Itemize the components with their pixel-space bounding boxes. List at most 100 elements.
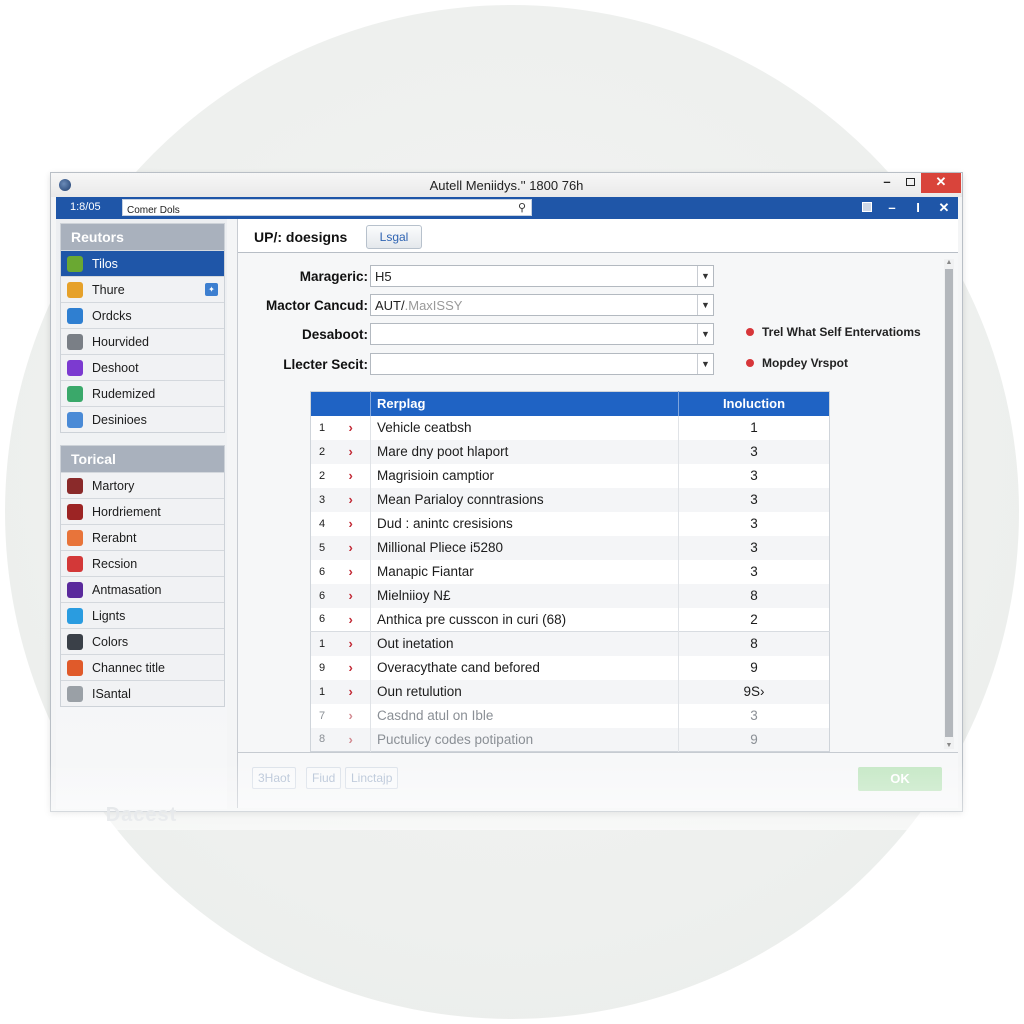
table-row[interactable]: 5 › Millional Pliece i5280 3 <box>310 535 830 560</box>
globe-icon <box>67 307 83 324</box>
display-icon <box>67 685 83 702</box>
sidebar-item-label: Rudemized <box>92 386 156 401</box>
status-dot-icon <box>746 359 754 367</box>
chip-icon <box>67 503 83 520</box>
find-button[interactable]: Fiud <box>306 767 342 789</box>
table-row[interactable]: 4 › Dud : anintc cresisions 3 <box>311 511 830 536</box>
toolbar-icons: – I ✕ <box>862 200 950 215</box>
sidebar-item-ordcks[interactable]: Ordcks <box>61 302 224 328</box>
chevron-down-icon[interactable]: ▼ <box>697 354 713 374</box>
chevron-right-icon: › <box>348 727 371 752</box>
sidebar-item-recsion[interactable]: Recsion <box>61 550 224 576</box>
window-close-button[interactable]: ✕ <box>921 173 961 193</box>
search-input[interactable] <box>123 203 503 218</box>
table-row[interactable]: 1 › Out inetation 8 <box>310 631 830 656</box>
ok-button[interactable]: OK <box>858 767 942 791</box>
sidebar-group-torical: Torical Martory Hordriement Rerabnt Recsion… <box>60 445 225 707</box>
field-label: Marageric: <box>299 269 368 284</box>
window-maximize-button[interactable] <box>899 173 921 193</box>
table-row[interactable]: 9 › Overacythate cand befored 9 <box>311 655 830 680</box>
sidebar-item-isantal[interactable]: ISantal <box>61 680 224 706</box>
sidebar-item-lignts[interactable]: Lignts <box>61 602 224 628</box>
photo-icon <box>67 281 83 298</box>
table-row[interactable]: 6 › Manapic Fiantar 3 <box>311 559 830 584</box>
window-title: Autell Meniidys.'' 1800 76h <box>429 178 584 193</box>
mactor-cancud-select[interactable]: AUT/.MaxISSY ▼ <box>370 294 714 316</box>
row-value: 3 <box>678 535 830 560</box>
table-row[interactable]: 1 › Oun retulution 9S› <box>310 679 830 704</box>
linctajp-button[interactable]: Linctajp <box>345 767 399 789</box>
row-value: 3 <box>678 511 830 536</box>
desaboot-select[interactable]: ▼ <box>370 323 714 345</box>
heat-button[interactable]: 3Haot <box>252 767 297 789</box>
table-row[interactable]: 3 › Mean Parialoy conntrasions 3 <box>310 487 830 512</box>
tools-icon <box>67 333 83 350</box>
row-value: 9 <box>678 655 830 680</box>
sidebar-item-label: Hordriement <box>92 504 161 519</box>
table-row[interactable]: 7 › Casdnd atul on Ible 3 <box>311 703 830 728</box>
chevron-down-icon[interactable]: ▼ <box>697 266 713 286</box>
chevron-down-icon[interactable]: ▼ <box>697 324 713 344</box>
row-value: 3 <box>678 439 830 464</box>
sidebar-item-thure[interactable]: Thure ✦ <box>61 276 224 302</box>
sidebar-item-colors[interactable]: Colors <box>61 628 224 654</box>
vertical-scrollbar[interactable]: ▲ ▼ <box>944 259 954 749</box>
llecter-secit-select[interactable]: ▼ <box>370 353 714 375</box>
results-table: Rerplag Inoluction 1 › Vehicle ceatbsh 1 2 › M… <box>310 391 830 752</box>
scrollbar-thumb[interactable] <box>945 269 953 737</box>
blocks-icon <box>67 385 83 402</box>
table-row[interactable]: 2 › Magrisioin camptior 3 <box>311 463 830 488</box>
search-icon[interactable]: ⚲ <box>518 201 526 214</box>
chevron-down-icon[interactable]: ▼ <box>697 295 713 315</box>
animation-icon <box>67 581 83 598</box>
sidebar-item-martory[interactable]: Martory <box>61 472 224 498</box>
row-index: 2 <box>319 469 326 482</box>
sidebar-item-tilos[interactable]: Tilos <box>61 250 224 276</box>
chevron-right-icon: › <box>348 611 353 627</box>
info-icon[interactable]: I <box>912 200 924 215</box>
scroll-down-icon[interactable]: ▼ <box>944 742 954 749</box>
toolbar-label: 1:8/05 <box>70 201 101 213</box>
chevron-right-icon: › <box>348 439 371 464</box>
row-name: Manapic Fiantar <box>370 559 679 584</box>
sidebar-item-channec-title[interactable]: Channec title <box>61 654 224 680</box>
sidebar-item-label: Thure <box>92 282 125 297</box>
table-row[interactable]: 8 › Puctulicy codes potipation 9 <box>310 727 830 752</box>
column-header-value[interactable]: Inoluction <box>678 391 830 416</box>
select-value: H5 <box>375 269 392 284</box>
row-name: Casdnd atul on Ible <box>370 703 679 728</box>
chevron-right-icon: › <box>348 468 353 483</box>
sidebar-item-hordriement[interactable]: Hordriement <box>61 498 224 524</box>
sidebar-item-rerabnt[interactable]: Rerabnt <box>61 524 224 550</box>
sidebar-item-deshoot[interactable]: Deshoot <box>61 354 224 380</box>
toolbar: 1:8/05 ⚲ – I ✕ <box>56 197 958 219</box>
close-icon[interactable]: ✕ <box>938 200 950 215</box>
sidebar-item-rudemized[interactable]: Rudemized <box>61 380 224 406</box>
chevron-right-icon: › <box>348 564 353 579</box>
notification-badge-icon[interactable]: ✦ <box>205 283 218 296</box>
sidebar-item-label: Lignts <box>92 608 126 623</box>
main-header: UP/: doesigns Lsgal <box>238 219 958 253</box>
legal-button[interactable]: Lsgal <box>366 225 422 249</box>
table-row[interactable]: 1 › Vehicle ceatbsh 1 <box>311 415 830 440</box>
sidebar-item-desinioes[interactable]: Desinioes <box>61 406 224 432</box>
marageric-select[interactable]: H5 ▼ <box>370 265 714 287</box>
sidebar-item-antmasation[interactable]: Antmasation <box>61 576 224 602</box>
image-icon[interactable] <box>862 202 872 212</box>
sidebar-item-label: Ordcks <box>92 308 132 323</box>
table-row[interactable]: 6 › Anthica pre cusscon in curi (68) 2 <box>311 607 830 632</box>
sidebar-item-hourvided[interactable]: Hourvided <box>61 328 224 354</box>
scroll-up-icon[interactable]: ▲ <box>944 259 954 266</box>
column-header-name[interactable]: Rerplag <box>370 391 679 416</box>
table-row[interactable]: 6 › Mielniioy N£ 8 <box>310 583 830 608</box>
table-row[interactable]: 2 › Mare dny poot hlaport 3 <box>310 439 830 464</box>
row-value: 3 <box>678 463 830 488</box>
chevron-right-icon: › <box>348 583 371 608</box>
window-minimize-button[interactable]: – <box>876 173 898 193</box>
column-header-index[interactable] <box>310 391 371 416</box>
row-index: 3 <box>310 487 349 512</box>
row-value: 3 <box>678 703 830 728</box>
channel-icon <box>67 659 83 676</box>
minimize-icon[interactable]: – <box>886 200 898 215</box>
field-label: Llecter Secit: <box>283 357 368 372</box>
